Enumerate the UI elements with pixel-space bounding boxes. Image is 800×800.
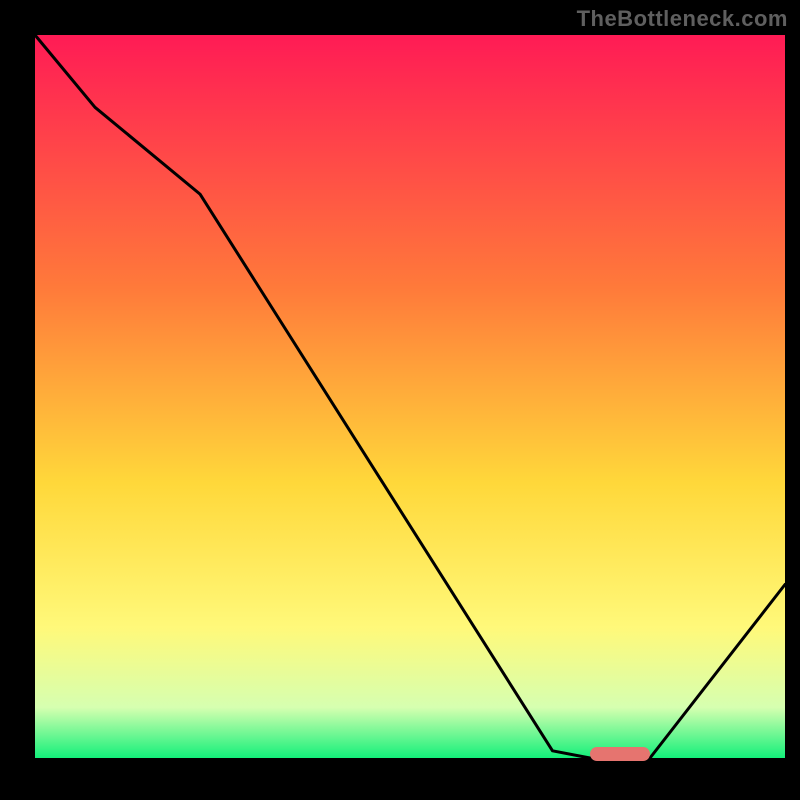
plot-area xyxy=(35,35,785,758)
optimal-range-marker xyxy=(590,747,650,761)
bottleneck-chart xyxy=(0,0,800,800)
chart-frame: TheBottleneck.com xyxy=(0,0,800,800)
watermark-text: TheBottleneck.com xyxy=(577,6,788,32)
